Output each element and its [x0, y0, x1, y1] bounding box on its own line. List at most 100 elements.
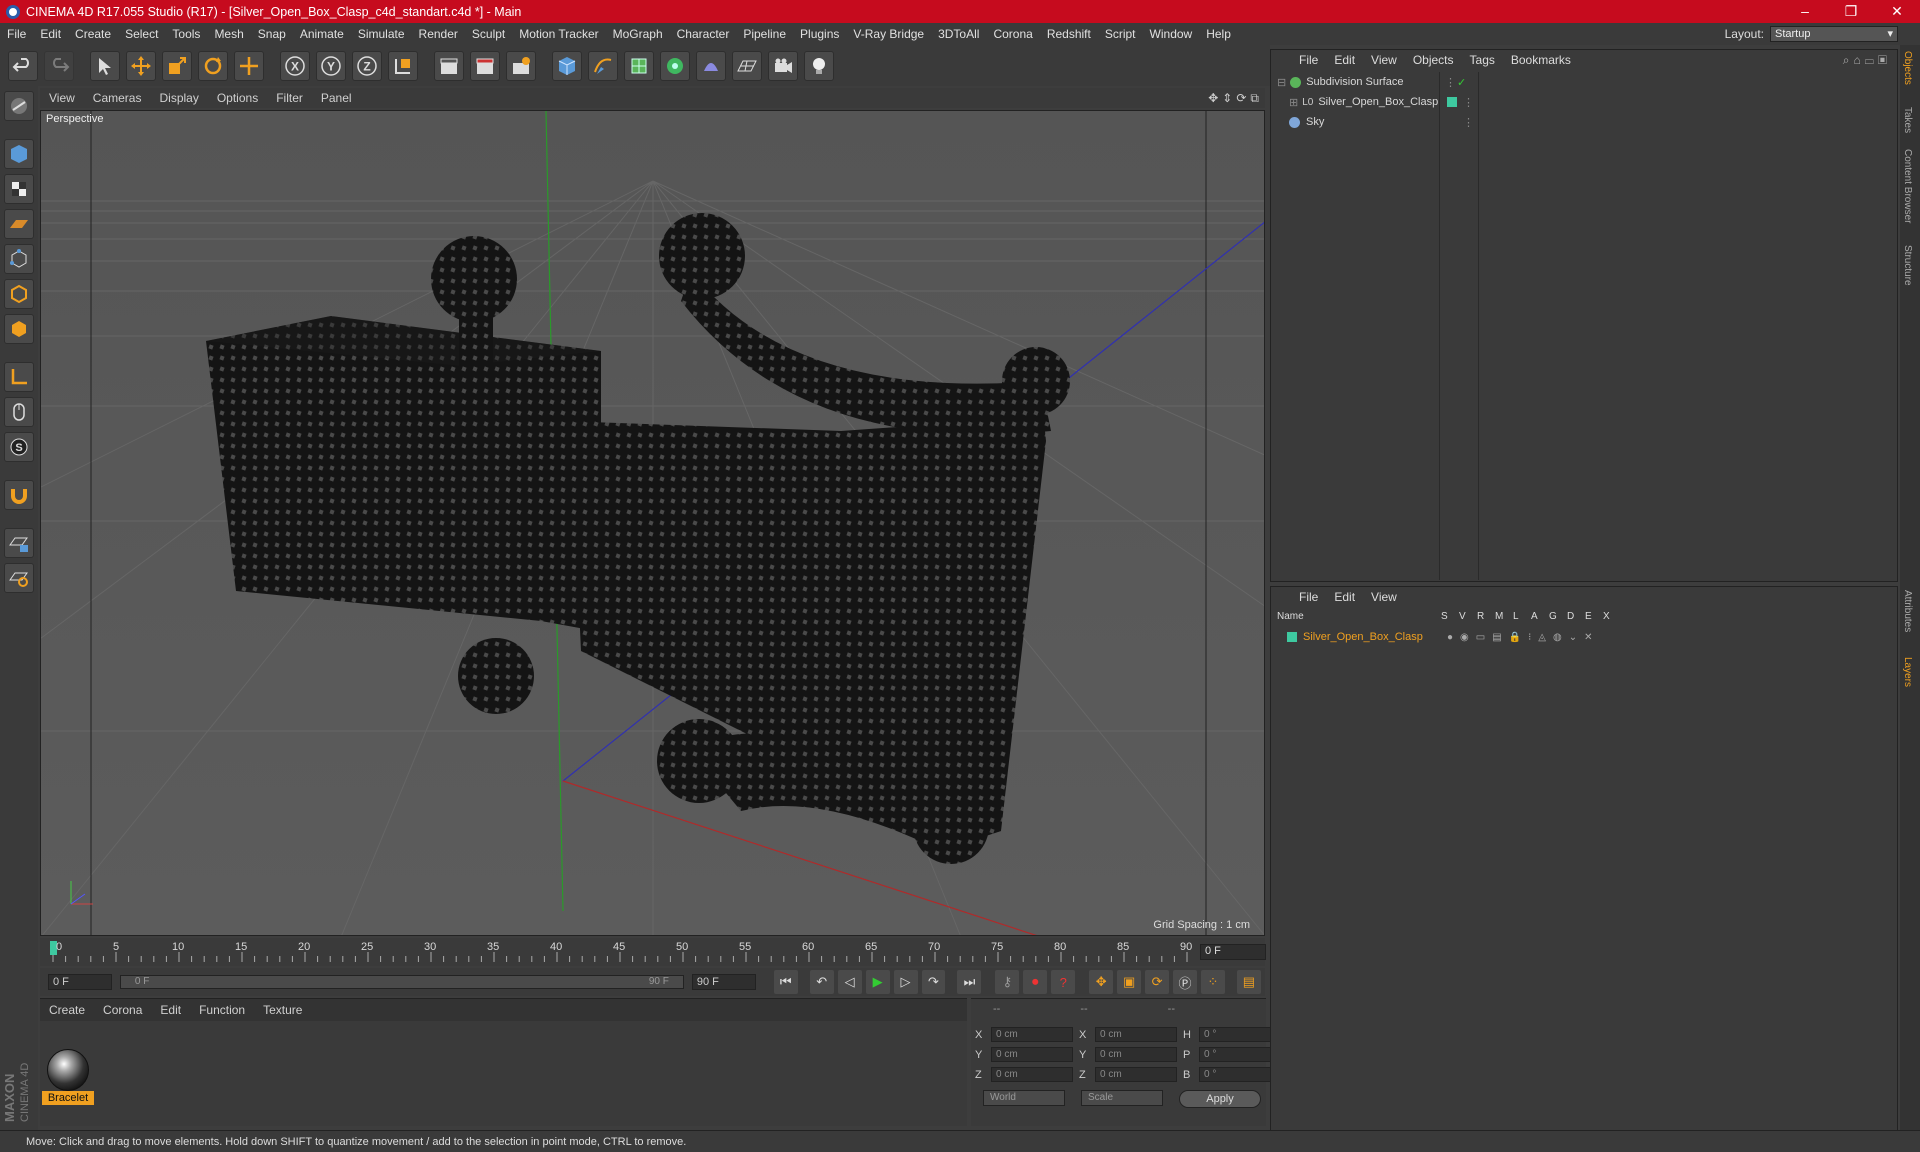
- record-button[interactable]: ⏺: [1023, 970, 1048, 994]
- coordinate-space-dropdown[interactable]: World: [983, 1090, 1065, 1106]
- size-mode-dropdown[interactable]: Scale: [1081, 1090, 1163, 1106]
- x-axis-lock-button[interactable]: X: [280, 50, 310, 81]
- viewport-menu-display[interactable]: Display: [150, 91, 207, 105]
- position-z-field[interactable]: 0 cm: [991, 1067, 1073, 1082]
- material-swatch[interactable]: Bracelet: [42, 1021, 94, 1109]
- objects-menu-bookmarks[interactable]: Bookmarks: [1503, 53, 1579, 67]
- close-button[interactable]: ✕: [1874, 3, 1920, 20]
- viewport-menu-panel[interactable]: Panel: [312, 91, 361, 105]
- edges-mode-button[interactable]: [4, 279, 34, 309]
- key-parameter-button[interactable]: Ⓟ: [1173, 970, 1198, 994]
- object-row[interactable]: Sky ⋮: [1271, 112, 1897, 132]
- light-button[interactable]: [804, 50, 834, 81]
- axis-mode-button[interactable]: [4, 362, 34, 392]
- spline-pen-button[interactable]: [588, 50, 618, 81]
- menu-window[interactable]: Window: [1143, 27, 1200, 41]
- viewport-menu-filter[interactable]: Filter: [267, 91, 312, 105]
- rotation-h-field[interactable]: 0 °: [1199, 1027, 1281, 1042]
- rotation-b-field[interactable]: 0 °: [1199, 1067, 1281, 1082]
- object-row[interactable]: ⊞ L0 Silver_Open_Box_Clasp ⋮: [1271, 92, 1897, 112]
- menu-edit[interactable]: Edit: [33, 27, 68, 41]
- menu-mesh[interactable]: Mesh: [207, 27, 250, 41]
- autokey-button[interactable]: ?: [1051, 970, 1076, 994]
- objects-menu-view[interactable]: View: [1363, 53, 1405, 67]
- render-view-button[interactable]: [434, 50, 464, 81]
- frame-range-slider[interactable]: 0 F 90 F: [119, 975, 684, 989]
- planar-workplane-button[interactable]: [4, 563, 34, 593]
- scale-tool-button[interactable]: [162, 50, 192, 81]
- go-to-start-button[interactable]: ⏮: [773, 970, 798, 994]
- move-tool-button[interactable]: [126, 50, 156, 81]
- layers-menu-view[interactable]: View: [1363, 590, 1405, 604]
- previous-frame-button[interactable]: ◁: [837, 970, 862, 994]
- cube-object-button[interactable]: [552, 50, 582, 81]
- viewport-menu-options[interactable]: Options: [208, 91, 267, 105]
- perspective-viewport[interactable]: Perspective Grid Spacing : 1 cm: [40, 110, 1265, 936]
- viewport-pan-icon[interactable]: ✥: [1208, 91, 1218, 106]
- position-x-field[interactable]: 0 cm: [991, 1027, 1073, 1042]
- rotate-tool-button[interactable]: [198, 50, 228, 81]
- menu-render[interactable]: Render: [412, 27, 465, 41]
- objects-menu-tags[interactable]: Tags: [1462, 53, 1503, 67]
- layer-color-swatch[interactable]: [1287, 632, 1297, 642]
- menu-pipeline[interactable]: Pipeline: [736, 27, 793, 41]
- model-mode-button[interactable]: [4, 139, 34, 169]
- next-key-button[interactable]: ↷: [921, 970, 946, 994]
- material-menu-corona[interactable]: Corona: [94, 1003, 151, 1017]
- end-frame-field[interactable]: 90 F: [691, 974, 756, 990]
- menu-vray-bridge[interactable]: V-Ray Bridge: [846, 27, 931, 41]
- maximize-button[interactable]: ❐: [1828, 3, 1874, 20]
- polygons-mode-button[interactable]: [4, 314, 34, 344]
- snapping-button[interactable]: S: [4, 432, 34, 462]
- visibility-dots[interactable]: ⋮: [1445, 76, 1456, 89]
- points-mode-button[interactable]: [4, 244, 34, 274]
- timeline-window-button[interactable]: ▤: [1236, 970, 1261, 994]
- viewport-rotate-icon[interactable]: ⟳: [1236, 91, 1246, 106]
- play-button[interactable]: ▶: [865, 970, 890, 994]
- object-row[interactable]: ⊟ Subdivision Surface ⋮ ✓: [1271, 72, 1897, 92]
- objects-menu-edit[interactable]: Edit: [1326, 53, 1363, 67]
- layers-menu-edit[interactable]: Edit: [1326, 590, 1363, 604]
- tab-layers[interactable]: Layers: [1902, 657, 1913, 687]
- collapse-icon[interactable]: ⊟: [1277, 76, 1286, 89]
- visibility-dots[interactable]: ⋮: [1463, 96, 1474, 109]
- enabled-check-icon[interactable]: ✓: [1457, 76, 1466, 89]
- start-frame-field[interactable]: 0 F: [48, 974, 112, 990]
- tab-content-browser[interactable]: Content Browser: [1902, 149, 1913, 223]
- menu-character[interactable]: Character: [670, 27, 737, 41]
- tab-takes[interactable]: Takes: [1902, 107, 1913, 133]
- tab-structure[interactable]: Structure: [1902, 245, 1913, 286]
- render-picture-viewer-button[interactable]: [470, 50, 500, 81]
- next-frame-button[interactable]: ▷: [893, 970, 918, 994]
- visibility-dots[interactable]: ⋮: [1463, 116, 1474, 129]
- viewport-menu-view[interactable]: View: [40, 91, 84, 105]
- layer-row[interactable]: Silver_Open_Box_Clasp ●◉▭▤🔒⁝◬◍⌄✕: [1271, 627, 1897, 647]
- layers-menu-file[interactable]: File: [1291, 590, 1326, 604]
- undo-button[interactable]: [8, 50, 38, 81]
- coordinate-system-button[interactable]: [388, 50, 418, 81]
- make-editable-button[interactable]: [4, 91, 34, 121]
- y-axis-lock-button[interactable]: Y: [316, 50, 346, 81]
- menu-snap[interactable]: Snap: [251, 27, 293, 41]
- menu-file[interactable]: File: [0, 27, 33, 41]
- menu-select[interactable]: Select: [118, 27, 165, 41]
- z-axis-lock-button[interactable]: Z: [352, 50, 382, 81]
- viewport-dolly-icon[interactable]: ⇕: [1222, 91, 1232, 106]
- menu-3dtoall[interactable]: 3DToAll: [931, 27, 986, 41]
- current-frame-field[interactable]: 0 F: [1200, 944, 1266, 960]
- layout-dropdown[interactable]: Startup: [1770, 26, 1898, 42]
- menu-tools[interactable]: Tools: [165, 27, 207, 41]
- layer-toggle-icons[interactable]: ●◉▭▤🔒⁝◬◍⌄✕: [1447, 632, 1599, 643]
- material-menu-create[interactable]: Create: [40, 1003, 94, 1017]
- tab-objects[interactable]: Objects: [1902, 51, 1913, 85]
- texture-mode-button[interactable]: [4, 174, 34, 204]
- apply-button[interactable]: Apply: [1179, 1090, 1261, 1108]
- material-menu-edit[interactable]: Edit: [151, 1003, 190, 1017]
- menu-simulate[interactable]: Simulate: [351, 27, 412, 41]
- array-button[interactable]: [660, 50, 690, 81]
- transform-tool-button[interactable]: [234, 50, 264, 81]
- menu-motion-tracker[interactable]: Motion Tracker: [512, 27, 605, 41]
- minimize-button[interactable]: –: [1782, 3, 1828, 20]
- floor-button[interactable]: [732, 50, 762, 81]
- menu-redshift[interactable]: Redshift: [1040, 27, 1098, 41]
